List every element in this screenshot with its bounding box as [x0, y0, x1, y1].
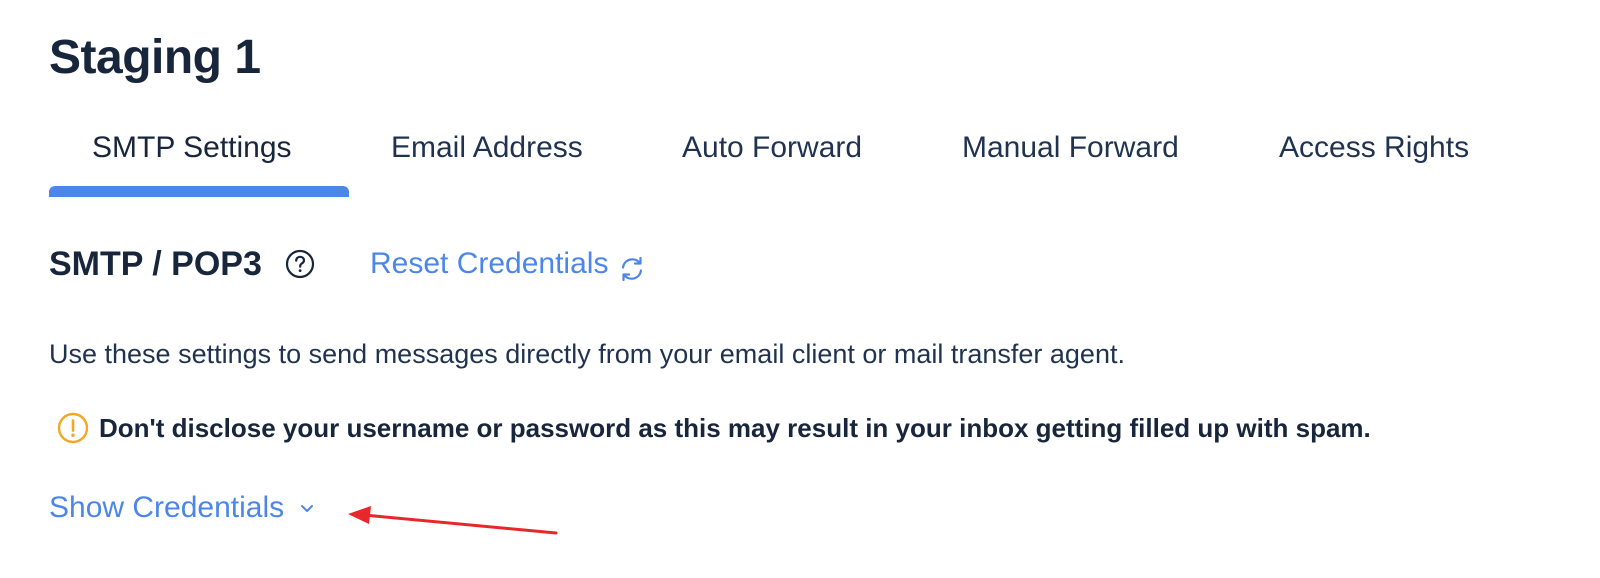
tab-manual-forward[interactable]: Manual Forward: [962, 122, 1179, 174]
show-credentials-label: Show Credentials: [49, 491, 285, 524]
section-title: SMTP / POP3: [49, 245, 262, 283]
show-credentials-toggle[interactable]: Show Credentials: [49, 487, 316, 529]
question-circle-icon[interactable]: [285, 249, 315, 279]
exclamation-circle-icon: [57, 412, 89, 444]
tab-auto-forward[interactable]: Auto Forward: [682, 122, 862, 174]
warning-text: Don't disclose your username or password…: [99, 413, 1371, 443]
reset-credentials-label: Reset Credentials: [370, 247, 609, 280]
tab-bar: SMTP Settings Email Address Auto Forward…: [49, 122, 1549, 198]
chevron-down-icon: [298, 499, 316, 517]
tab-access-rights[interactable]: Access Rights: [1279, 122, 1469, 174]
page: Staging 1 SMTP Settings Email Address Au…: [0, 0, 1600, 578]
reset-credentials-link[interactable]: Reset Credentials: [370, 240, 646, 288]
tab-smtp-settings[interactable]: SMTP Settings: [92, 122, 292, 174]
warning-message: Don't disclose your username or password…: [57, 408, 1371, 448]
annotation-arrow: [348, 506, 558, 535]
settings-description: Use these settings to send messages dire…: [49, 339, 1125, 369]
active-tab-indicator: [49, 186, 349, 197]
page-title: Staging 1: [49, 31, 261, 84]
tab-email-address[interactable]: Email Address: [391, 122, 583, 174]
refresh-icon: [618, 250, 646, 282]
section-header: SMTP / POP3 Reset Credentials: [49, 240, 749, 288]
